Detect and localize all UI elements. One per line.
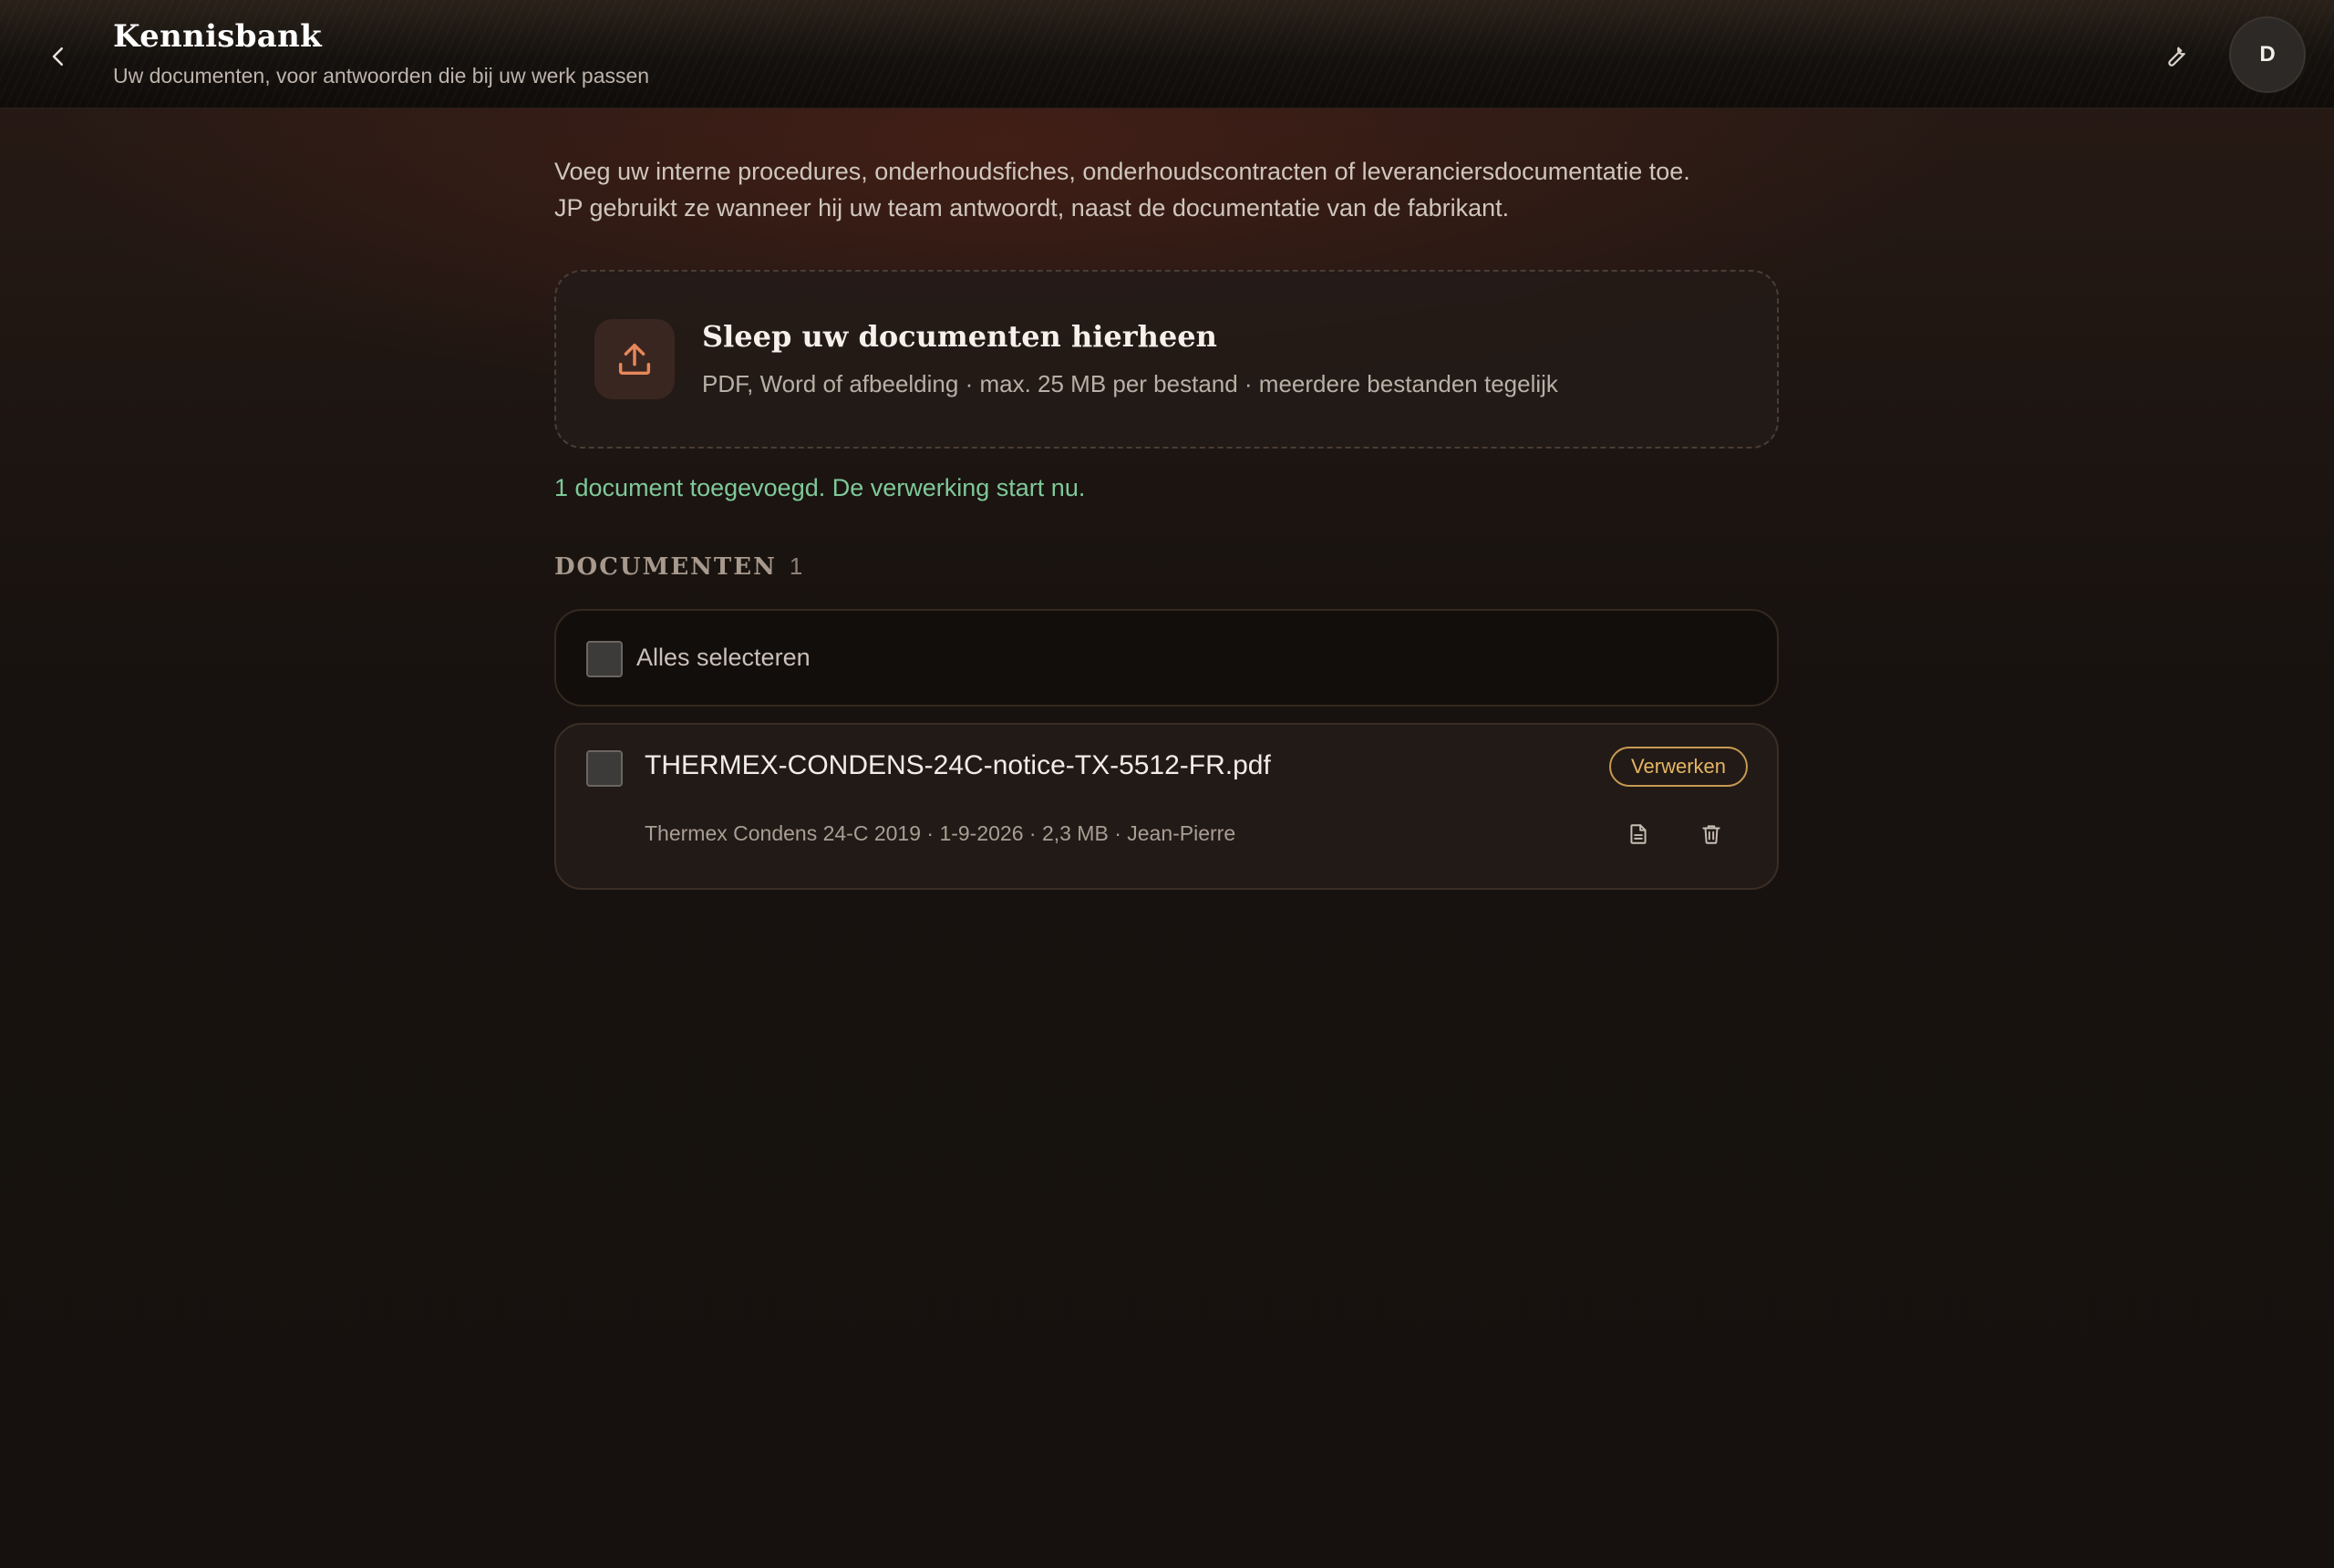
chevron-left-icon [52, 47, 63, 66]
tools-button[interactable] [2155, 35, 2195, 75]
process-button[interactable]: Verwerken [1609, 747, 1748, 787]
upload-tile [594, 319, 675, 399]
intro-line-1: Voeg uw interne procedures, onderhoudsfi… [554, 158, 1690, 185]
documents-heading: DOCUMENTEN 1 [554, 552, 802, 581]
documents-count: 1 [789, 552, 803, 580]
dropzone-title: Sleep uw documenten hierheen [702, 319, 1217, 354]
upload-status-message: 1 document toegevoegd. De verwerking sta… [554, 474, 1086, 501]
page-title: Kennisbank [113, 18, 323, 55]
page-subtitle: Uw documenten, voor antwoorden die bij u… [113, 64, 650, 88]
upload-icon [618, 343, 651, 376]
document-icon [1630, 824, 1647, 844]
top-bar: Kennisbank Uw documenten, voor antwoorde… [0, 0, 2334, 108]
intro-text: Voeg uw interne procedures, onderhoudsfi… [554, 153, 1779, 226]
select-all-row[interactable]: Alles selecteren [554, 609, 1779, 707]
back-button[interactable] [35, 33, 82, 80]
select-all-checkbox[interactable] [586, 641, 623, 677]
delete-document-button[interactable] [1689, 812, 1733, 856]
avatar[interactable]: D [2229, 16, 2306, 93]
wrench-icon [2168, 46, 2185, 67]
documents-heading-label: DOCUMENTEN [554, 553, 777, 581]
document-row: THERMEX-CONDENS-24C-notice-TX-5512-FR.pd… [554, 723, 1779, 890]
select-all-label: Alles selecteren [636, 644, 811, 671]
document-filename[interactable]: THERMEX-CONDENS-24C-notice-TX-5512-FR.pd… [645, 750, 1271, 781]
view-document-button[interactable] [1616, 812, 1660, 856]
document-checkbox[interactable] [586, 750, 623, 787]
trash-icon [1702, 825, 1720, 844]
upload-dropzone[interactable]: Sleep uw documenten hierheen PDF, Word o… [554, 270, 1779, 449]
dropzone-hint: PDF, Word of afbeelding · max. 25 MB per… [702, 370, 1558, 397]
document-meta: Thermex Condens 24-C 2019 · 1-9-2026 · 2… [645, 821, 1236, 845]
intro-line-2: JP gebruikt ze wanneer hij uw team antwo… [554, 194, 1510, 222]
